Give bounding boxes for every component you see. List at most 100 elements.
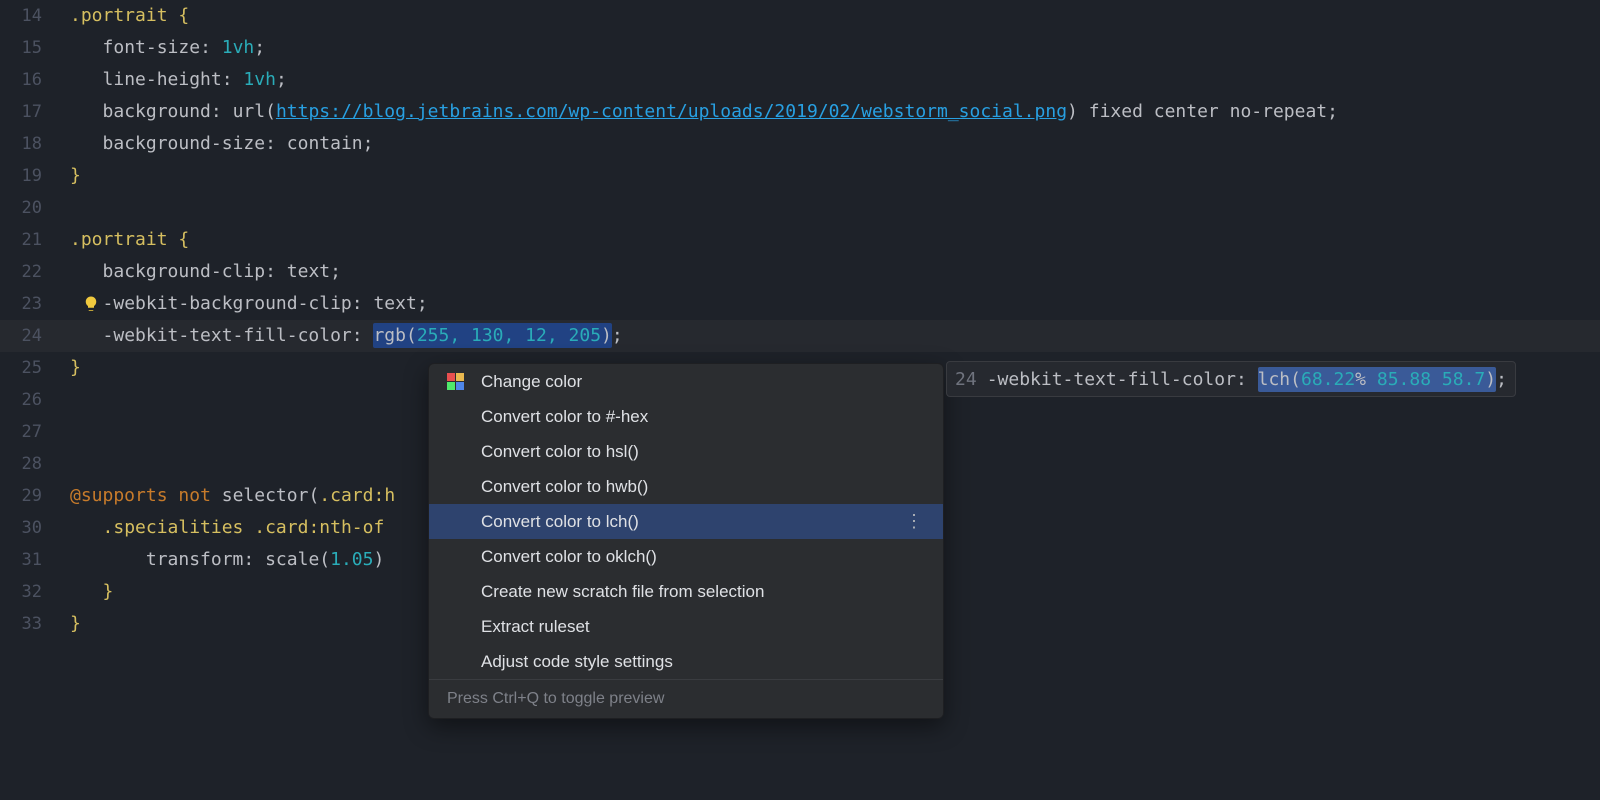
gutter: 26 [0,384,70,416]
code[interactable]: .portrait { [70,0,1600,32]
popup-item-label: Change color [481,372,582,392]
keyword-token: not [178,485,211,506]
selector-token: .card [254,517,308,538]
popup-item-label: Adjust code style settings [481,652,673,672]
semicolon-token: ; [363,133,374,154]
brace-token: } [70,165,81,186]
selector-token: .card [319,485,373,506]
gutter: 33 [0,608,70,640]
selector-token: .portrait [70,5,168,26]
preview-selection: lch(68.22% 85.88 58.7) [1258,367,1496,392]
paren-close-token: ) [1067,101,1078,122]
colon-token: : [243,549,265,570]
indent [70,133,103,154]
function-token: selector [222,485,309,506]
code-line[interactable]: 23 -webkit-background-clip: text; [0,288,1600,320]
value-token: fixed center no-repeat [1078,101,1327,122]
url-token: https://blog.jetbrains.com/wp-content/up… [276,101,1067,122]
popup-item-label: Convert color to hsl() [481,442,639,462]
colon-token: : [211,101,233,122]
semicolon-token: ; [330,261,341,282]
number-token: 1.05 [330,549,373,570]
code[interactable]: -webkit-text-fill-color: rgb(255, 130, 1… [70,320,1600,352]
code-line[interactable]: 17 background: url(https://blog.jetbrain… [0,96,1600,128]
property-token: -webkit-text-fill-color [103,325,352,346]
code[interactable]: background-size: contain; [70,128,1600,160]
code[interactable]: } [70,160,1600,192]
popup-item[interactable]: Convert color to lch() ⋮ [429,504,943,539]
semicolon-token: ; [276,69,287,90]
popup-item[interactable]: Convert color to oklch() [429,539,943,574]
value-token: contain [287,133,363,154]
property-token: font-size [103,37,201,58]
gutter: 22 [0,256,70,288]
semicolon-token: ; [254,37,265,58]
popup-item-label: Convert color to hwb() [481,477,648,497]
code-line[interactable]: 15 font-size: 1vh; [0,32,1600,64]
unit-token: % [1355,369,1366,390]
popup-footer-hint: Press Ctrl+Q to toggle preview [429,679,943,718]
code-editor[interactable]: 14 .portrait { 15 font-size: 1vh; 16 lin… [0,0,1600,800]
popup-item-label: Convert color to oklch() [481,547,657,567]
gutter: 31 [0,544,70,576]
popup-item-label: Create new scratch file from selection [481,582,764,602]
popup-item[interactable]: Create new scratch file from selection [429,574,943,609]
color-picker-icon [447,373,465,391]
paren-open-token: ( [308,485,319,506]
paren-close-token: ) [1485,369,1496,390]
code[interactable]: font-size: 1vh; [70,32,1600,64]
gutter: 20 [0,192,70,224]
popup-item[interactable]: Extract ruleset [429,609,943,644]
at-rule-token: @supports [70,485,168,506]
semicolon-token: ; [612,325,623,346]
indent [70,37,103,58]
code[interactable]: background-clip: text; [70,256,1600,288]
code-line[interactable]: 24 -webkit-text-fill-color: rgb(255, 130… [0,320,1600,352]
function-token: scale [265,549,319,570]
function-token: lch [1258,369,1291,390]
popup-item[interactable]: Convert color to #-hex [429,399,943,434]
code[interactable]: -webkit-background-clip: text; [70,288,1600,320]
more-icon[interactable]: ⋮ [905,511,925,532]
gutter: 29 [0,480,70,512]
semicolon-token: ; [1327,101,1338,122]
gutter: 23 [0,288,70,320]
code-line[interactable]: 22 background-clip: text; [0,256,1600,288]
gutter: 27 [0,416,70,448]
popup-item[interactable]: Change color [429,364,943,399]
property-token: -webkit-background-clip [103,293,352,314]
intention-popup[interactable]: Change color Convert color to #-hex Conver… [428,363,944,719]
function-token: url [233,101,266,122]
indent [70,581,103,602]
number-token: 68.22 [1301,369,1355,390]
indent [70,69,103,90]
code-line[interactable]: 16 line-height: 1vh; [0,64,1600,96]
code-line[interactable]: 21 .portrait { [0,224,1600,256]
colon-token: : [352,293,374,314]
pseudo-token: :h [373,485,395,506]
code-line[interactable]: 18 background-size: contain; [0,128,1600,160]
code-line[interactable]: 14 .portrait { [0,0,1600,32]
popup-item[interactable]: Adjust code style settings [429,644,943,679]
number-token: 58.7 [1442,369,1485,390]
popup-item[interactable]: Convert color to hsl() [429,434,943,469]
code[interactable]: background: url(https://blog.jetbrains.c… [70,96,1600,128]
popup-item-label: Convert color to lch() [481,512,639,532]
sp [243,517,254,538]
popup-item[interactable]: Convert color to hwb() [429,469,943,504]
code[interactable]: .portrait { [70,224,1600,256]
function-token: rgb [373,325,406,346]
code-line[interactable]: 19 } [0,160,1600,192]
indent [70,549,146,570]
code-line[interactable]: 20 [0,192,1600,224]
gutter: 25 [0,352,70,384]
gutter: 19 [0,160,70,192]
brace-token: } [70,357,81,378]
gutter: 28 [0,448,70,480]
code[interactable] [70,192,1600,224]
brace-token: } [103,581,114,602]
sp [1366,369,1377,390]
popup-item-label: Extract ruleset [481,617,590,637]
code[interactable]: line-height: 1vh; [70,64,1600,96]
lightbulb-icon[interactable] [82,295,100,313]
